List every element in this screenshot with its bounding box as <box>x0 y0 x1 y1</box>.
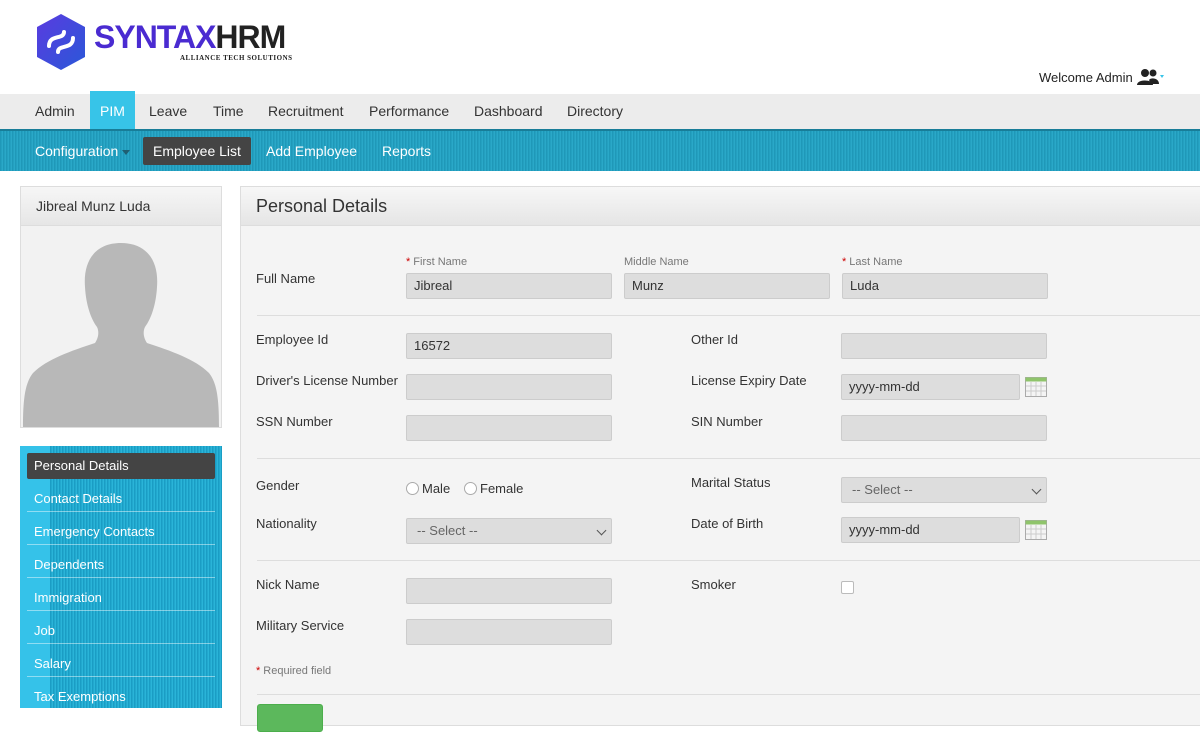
gender-female-label: Female <box>480 481 524 496</box>
drivers-license-label: Driver's License Number <box>256 373 398 388</box>
main-nav-pim[interactable]: PIM <box>90 91 135 129</box>
logo-syntax-text: SYNTAX <box>94 19 216 55</box>
sin-label: SIN Number <box>691 414 763 429</box>
side-menu-contact-details[interactable]: Contact Details <box>27 486 215 512</box>
side-menu-personal-details[interactable]: Personal Details <box>27 453 215 479</box>
ssn-label: SSN Number <box>256 414 333 429</box>
other-id-label: Other Id <box>691 332 738 347</box>
main-nav-recruitment[interactable]: Recruitment <box>258 94 353 129</box>
divider <box>257 560 1200 561</box>
logo-hrm-text: HRM <box>215 19 286 55</box>
header: SYNTAXHRM ALLIANCE TECH SOLUTIONS Welcom… <box>0 0 1200 94</box>
side-menu: Personal Details Contact Details Emergen… <box>20 446 222 708</box>
sub-nav-configuration-label: Configuration <box>35 143 119 159</box>
nationality-select[interactable]: -- Select -- <box>406 518 612 544</box>
license-expiry-input[interactable]: yyyy-mm-dd <box>841 374 1020 400</box>
ssn-input[interactable] <box>406 415 612 441</box>
side-menu-salary[interactable]: Salary <box>27 651 215 677</box>
smoker-checkbox[interactable] <box>841 581 854 594</box>
profile-name: Jibreal Munz Luda <box>21 187 221 226</box>
panel-title: Personal Details <box>241 187 1200 226</box>
side-menu-tax-exemptions[interactable]: Tax Exemptions <box>27 684 215 708</box>
last-name-input[interactable]: Luda <box>842 273 1048 299</box>
logo-wordmark: SYNTAXHRM <box>94 19 286 55</box>
side-menu-emergency-contacts[interactable]: Emergency Contacts <box>27 519 215 545</box>
gender-male-label: Male <box>422 481 451 496</box>
logo-tagline: ALLIANCE TECH SOLUTIONS <box>180 54 293 62</box>
sin-input[interactable] <box>841 415 1047 441</box>
profile-card: Jibreal Munz Luda <box>20 186 222 428</box>
marital-status-select[interactable]: -- Select -- <box>841 477 1047 503</box>
military-service-label: Military Service <box>256 618 345 633</box>
chevron-down-icon <box>1031 484 1042 495</box>
sub-nav-add-employee[interactable]: Add Employee <box>256 137 367 165</box>
last-name-label: Last Name <box>849 256 903 268</box>
logo-hexagon-icon <box>37 14 85 70</box>
nationality-value: -- Select -- <box>417 523 478 538</box>
last-name-caption: * Last Name <box>842 256 902 268</box>
calendar-icon[interactable] <box>1025 518 1047 540</box>
required-marker: * <box>406 256 411 268</box>
employee-id-label: Employee Id <box>256 332 329 347</box>
main-nav-performance[interactable]: Performance <box>359 94 459 129</box>
nick-name-input[interactable] <box>406 578 612 604</box>
required-field-text: Required field <box>263 665 332 677</box>
marital-status-label: Marital Status <box>691 475 771 490</box>
gender-label: Gender <box>256 478 300 493</box>
main-nav-dashboard[interactable]: Dashboard <box>464 94 553 129</box>
calendar-icon[interactable] <box>1025 375 1047 397</box>
nick-name-label: Nick Name <box>256 577 320 592</box>
required-marker: * <box>256 665 261 677</box>
sub-nav-reports[interactable]: Reports <box>372 137 441 165</box>
profile-photo-placeholder[interactable] <box>21 227 221 427</box>
divider <box>257 694 1200 695</box>
full-name-label: Full Name <box>256 271 316 286</box>
main-nav-admin[interactable]: Admin <box>25 94 85 129</box>
first-name-input[interactable]: Jibreal <box>406 273 612 299</box>
sub-nav-employee-list[interactable]: Employee List <box>143 137 251 165</box>
main-nav-directory[interactable]: Directory <box>557 94 633 129</box>
chevron-down-icon <box>596 525 607 536</box>
side-menu-job[interactable]: Job <box>27 618 215 644</box>
marital-status-value: -- Select -- <box>852 482 913 497</box>
license-expiry-label: License Expiry Date <box>691 373 807 388</box>
divider <box>257 315 1200 316</box>
drivers-license-input[interactable] <box>406 374 612 400</box>
welcome-text[interactable]: Welcome Admin <box>1039 70 1133 85</box>
gender-female-radio[interactable] <box>464 482 477 495</box>
dob-label: Date of Birth <box>691 516 764 531</box>
middle-name-label: Middle Name <box>624 256 689 268</box>
chevron-down-icon <box>122 149 131 155</box>
employee-id-input[interactable]: 16572 <box>406 333 612 359</box>
required-field-note: * Required field <box>256 665 331 677</box>
smoker-label: Smoker <box>691 577 736 592</box>
first-name-label: First Name <box>413 256 468 268</box>
nationality-label: Nationality <box>256 516 317 531</box>
syntax-hrm-logo[interactable]: SYNTAXHRM ALLIANCE TECH SOLUTIONS <box>34 12 304 72</box>
personal-details-panel: Personal Details Full Name * First Name J… <box>240 186 1200 732</box>
military-service-input[interactable] <box>406 619 612 645</box>
gender-male-radio[interactable] <box>406 482 419 495</box>
users-icon[interactable] <box>1137 68 1165 86</box>
main-nav-time[interactable]: Time <box>203 94 254 129</box>
main-nav-leave[interactable]: Leave <box>139 94 197 129</box>
dob-input[interactable]: yyyy-mm-dd <box>841 517 1020 543</box>
main-nav: Admin PIM Leave Time Recruitment Perform… <box>0 91 1200 129</box>
side-menu-dependents[interactable]: Dependents <box>27 552 215 578</box>
side-menu-immigration[interactable]: Immigration <box>27 585 215 611</box>
first-name-caption: * First Name <box>406 256 467 268</box>
sub-nav: Configuration Employee List Add Employee… <box>0 129 1200 171</box>
middle-name-input[interactable]: Munz <box>624 273 830 299</box>
divider <box>257 458 1200 459</box>
other-id-input[interactable] <box>841 333 1047 359</box>
edit-save-button[interactable] <box>257 704 323 732</box>
sub-nav-configuration[interactable]: Configuration <box>25 137 140 165</box>
required-marker: * <box>842 256 847 268</box>
